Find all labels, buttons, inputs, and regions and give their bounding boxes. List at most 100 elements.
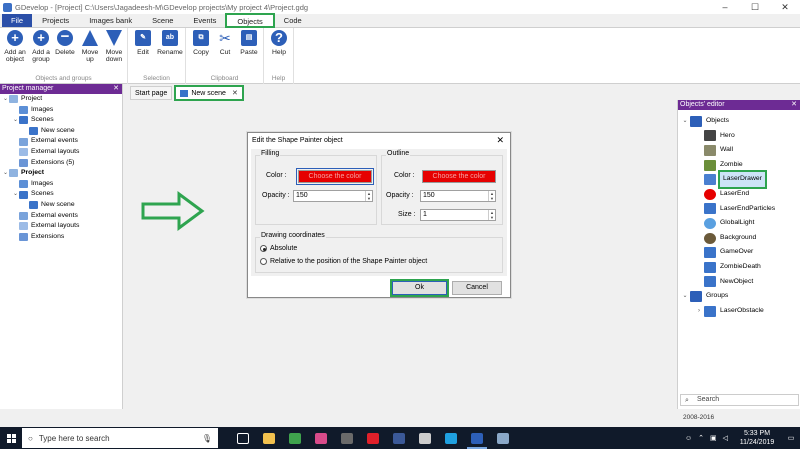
object-item[interactable]: LaserEnd xyxy=(678,187,800,202)
delete-button[interactable]: − Delete xyxy=(53,29,77,56)
app-icon[interactable] xyxy=(334,427,360,449)
tree-item[interactable]: ⌄ Project xyxy=(0,168,122,179)
tab-scene[interactable]: Scene xyxy=(142,14,183,27)
paste-button[interactable]: ▤ Paste xyxy=(238,30,260,56)
close-panel-button[interactable]: ✕ xyxy=(113,84,122,94)
tab-objects[interactable]: Objects xyxy=(225,13,275,28)
outline-size-label: Size : xyxy=(398,211,416,218)
close-window-button[interactable]: ✕ xyxy=(770,2,800,13)
spinner-arrows-icon[interactable]: ▲ ▼ xyxy=(488,210,495,220)
filling-opacity-input[interactable]: 150 ▲ ▼ xyxy=(293,190,373,202)
facebook-icon[interactable] xyxy=(386,427,412,449)
close-panel-button[interactable]: ✕ xyxy=(791,100,800,110)
object-item[interactable]: Background xyxy=(678,231,800,246)
object-item[interactable]: LaserDrawer xyxy=(678,170,800,189)
object-item[interactable]: ⌄ Groups xyxy=(678,289,800,304)
object-item[interactable]: Zombie xyxy=(678,158,800,173)
object-item[interactable]: › LaserObstacle xyxy=(678,304,800,319)
add-object-button[interactable]: + Add an object xyxy=(3,30,27,63)
steam-icon[interactable] xyxy=(490,427,516,449)
skype-icon[interactable] xyxy=(438,427,464,449)
copy-button[interactable]: ⧉ Copy xyxy=(190,30,212,56)
spinner-arrows-icon[interactable]: ▲ ▼ xyxy=(365,191,372,201)
network-icon[interactable]: ▣ xyxy=(710,434,717,442)
relative-radio[interactable]: Relative to the position of the Shape Pa… xyxy=(260,258,427,265)
help-button[interactable]: ? Help xyxy=(270,30,288,56)
media-icon[interactable] xyxy=(308,427,334,449)
settings-icon[interactable] xyxy=(412,427,438,449)
minimize-button[interactable]: – xyxy=(710,2,740,12)
people-icon[interactable]: ☺ xyxy=(685,435,692,442)
objects-search-input[interactable]: ⌕ Search xyxy=(680,394,799,406)
move-down-button[interactable]: Move down xyxy=(103,30,125,63)
close-tab-icon[interactable]: ✕ xyxy=(232,87,238,100)
taskbar-search-box[interactable]: ○ Type here to search 🎙 xyxy=(22,428,218,448)
notifications-icon[interactable]: ▭ xyxy=(782,434,800,442)
dialog-close-button[interactable]: ✕ xyxy=(496,133,510,148)
tab-start-page[interactable]: Start page xyxy=(130,86,173,100)
move-up-button[interactable]: Move up xyxy=(80,30,100,63)
start-button[interactable] xyxy=(0,427,22,449)
object-item[interactable]: ZombieDeath xyxy=(678,260,800,275)
object-item[interactable]: NewObject xyxy=(678,275,800,290)
tab-code[interactable]: Code xyxy=(274,14,312,27)
tab-new-scene[interactable]: New scene ✕ xyxy=(174,85,244,101)
tree-item[interactable]: External events xyxy=(0,136,122,147)
outline-color-button[interactable]: Choose the color xyxy=(422,170,496,183)
object-item[interactable]: LaserEndParticles xyxy=(678,202,800,217)
tree-item[interactable]: New scene xyxy=(0,200,122,211)
tab-file[interactable]: File xyxy=(2,14,33,27)
tree-item[interactable]: New scene xyxy=(0,126,122,137)
tab-projects[interactable]: Projects xyxy=(32,14,79,27)
tree-item[interactable]: Images xyxy=(0,179,122,190)
filling-color-label: Color : xyxy=(266,172,287,179)
absolute-radio[interactable]: Absolute xyxy=(260,245,297,252)
expand-chevron-icon[interactable]: ⌄ xyxy=(680,289,690,304)
opera-icon[interactable] xyxy=(360,427,386,449)
cancel-button[interactable]: Cancel xyxy=(452,281,502,295)
gdevelop-logo-icon xyxy=(3,2,12,12)
tree-item[interactable]: External layouts xyxy=(0,147,122,158)
tree-item-label: External events xyxy=(31,211,78,219)
clock[interactable]: 5:33 PM 11/24/2019 xyxy=(732,429,782,447)
tray-chevron-icon[interactable]: ⌃ xyxy=(698,434,704,442)
expand-chevron-icon[interactable]: › xyxy=(694,304,704,319)
outline-size-input[interactable]: 1 ▲ ▼ xyxy=(420,209,496,221)
expand-chevron-icon[interactable]: ⌄ xyxy=(12,115,19,126)
cut-button[interactable]: ✂ Cut xyxy=(216,30,234,56)
object-item[interactable]: Hero xyxy=(678,129,800,144)
ok-button[interactable]: Ok xyxy=(390,279,449,297)
add-group-button[interactable]: + Add a group xyxy=(30,30,52,63)
ev-icon xyxy=(19,211,28,220)
expand-chevron-icon[interactable]: ⌄ xyxy=(680,114,690,129)
tree-item[interactable]: Images xyxy=(0,105,122,116)
object-item[interactable]: ⌄ Objects xyxy=(678,114,800,129)
outline-opacity-input[interactable]: 150 ▲ ▼ xyxy=(420,190,496,202)
volume-icon[interactable]: ◁ xyxy=(723,434,728,442)
expand-chevron-icon[interactable]: ⌄ xyxy=(12,189,19,200)
rename-button[interactable]: ab Rename xyxy=(156,30,184,56)
task-view-icon[interactable] xyxy=(230,427,256,449)
tree-item[interactable]: ⌄ Scenes xyxy=(0,189,122,200)
gdevelop-icon[interactable] xyxy=(464,427,490,449)
microphone-icon[interactable]: 🎙 xyxy=(202,434,212,443)
tree-item[interactable]: Extensions (5) xyxy=(0,158,122,169)
tab-images-bank[interactable]: Images bank xyxy=(79,14,142,27)
tree-item[interactable]: ⌄ Project xyxy=(0,94,122,105)
expand-chevron-icon[interactable]: ⌄ xyxy=(2,168,9,179)
explorer-icon[interactable] xyxy=(256,427,282,449)
tree-item[interactable]: External layouts xyxy=(0,221,122,232)
object-item[interactable]: Wall xyxy=(678,143,800,158)
maximize-button[interactable]: ☐ xyxy=(740,2,770,13)
filling-color-button[interactable]: Choose the color xyxy=(296,168,374,185)
tree-item[interactable]: ⌄ Scenes xyxy=(0,115,122,126)
object-item[interactable]: GameOver xyxy=(678,245,800,260)
chrome-icon[interactable] xyxy=(282,427,308,449)
tab-events[interactable]: Events xyxy=(183,14,226,27)
tree-item[interactable]: External events xyxy=(0,211,122,222)
expand-chevron-icon[interactable]: ⌄ xyxy=(2,94,9,105)
tree-item[interactable]: Extensions xyxy=(0,232,122,243)
edit-button[interactable]: ✎ Edit xyxy=(134,30,152,56)
object-item[interactable]: GlobalLight xyxy=(678,216,800,231)
spinner-arrows-icon[interactable]: ▲ ▼ xyxy=(488,191,495,201)
